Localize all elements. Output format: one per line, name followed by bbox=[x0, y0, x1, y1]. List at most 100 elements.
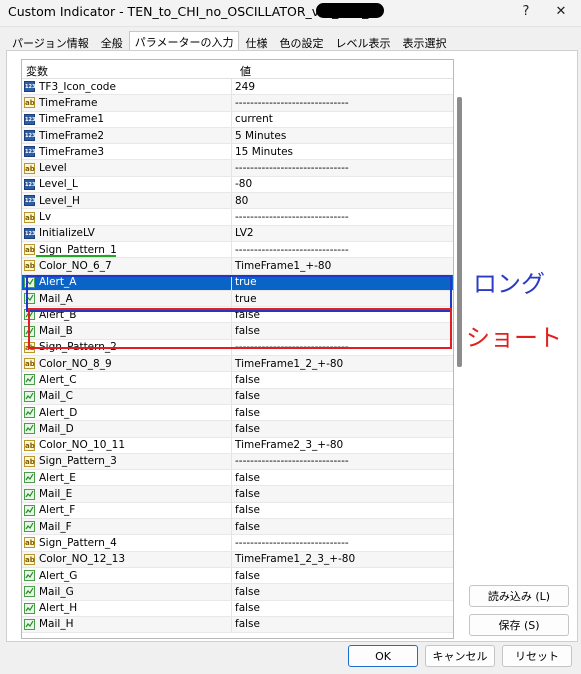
table-row[interactable]: Alert_D false bbox=[22, 404, 453, 422]
row-variable-cell: Mail_F bbox=[22, 519, 232, 535]
table-row[interactable]: ab Level ------------------------------ bbox=[22, 160, 453, 177]
row-value-cell[interactable]: LV2 bbox=[232, 227, 254, 239]
table-row[interactable]: 123 TimeFrame1 current bbox=[22, 111, 453, 128]
table-row[interactable]: 123 TimeFrame2 5 Minutes bbox=[22, 127, 453, 145]
row-value-cell[interactable]: false bbox=[232, 618, 260, 630]
row-value-cell[interactable]: false bbox=[232, 423, 260, 435]
table-row[interactable]: ab TimeFrame -----------------------------… bbox=[22, 95, 453, 112]
integer-type-icon: 123 bbox=[24, 227, 35, 239]
row-variable-cell: 123 TimeFrame2 bbox=[22, 127, 232, 144]
table-row[interactable]: Mail_D false bbox=[22, 421, 453, 438]
row-value-cell[interactable]: false bbox=[232, 521, 260, 533]
grid-header: 変数 値 bbox=[22, 60, 453, 79]
table-row[interactable]: 123 TimeFrame3 15 Minutes bbox=[22, 144, 453, 161]
table-row[interactable]: ab Lv ------------------------------ bbox=[22, 209, 453, 226]
row-variable-cell: Alert_H bbox=[22, 600, 232, 616]
tab-colors[interactable]: 色の設定 bbox=[273, 32, 329, 51]
table-row[interactable]: Mail_F false bbox=[22, 519, 453, 536]
row-value-cell[interactable]: false bbox=[232, 407, 260, 419]
row-value-cell[interactable]: false bbox=[232, 374, 260, 386]
tab-general[interactable]: 全般 bbox=[95, 32, 129, 51]
row-variable-cell: Mail_C bbox=[22, 388, 232, 404]
row-variable-cell: ab Sign_Pattern_3 bbox=[22, 453, 232, 470]
row-variable-cell: Alert_D bbox=[22, 404, 232, 421]
row-variable-name: Color_NO_6_7 bbox=[39, 259, 112, 272]
tab-levels[interactable]: レベル表示 bbox=[329, 32, 396, 51]
table-row[interactable]: ab Sign_Pattern_4 ------------------------… bbox=[22, 535, 453, 552]
row-variable-cell: Mail_G bbox=[22, 584, 232, 600]
row-variable-name: InitializeLV bbox=[39, 227, 95, 240]
row-variable-cell: ab Level bbox=[22, 160, 232, 176]
table-row[interactable]: ab Color_NO_8_9 TimeFrame1_2_+-80 bbox=[22, 356, 453, 373]
boolean-type-icon bbox=[24, 390, 35, 402]
header-variable: 変数 bbox=[26, 65, 48, 78]
row-value-cell[interactable]: ------------------------------ bbox=[232, 455, 349, 467]
table-row[interactable]: 123 TF3_Icon_code 249 bbox=[22, 79, 453, 96]
row-value-cell[interactable]: false bbox=[232, 472, 260, 484]
table-row[interactable]: 123 InitializeLV LV2 bbox=[22, 225, 453, 242]
row-value-cell[interactable]: false bbox=[232, 586, 260, 598]
string-type-icon: ab bbox=[24, 244, 35, 256]
row-value-cell[interactable]: 15 Minutes bbox=[232, 146, 293, 158]
string-type-icon: ab bbox=[24, 358, 35, 370]
row-variable-name: Sign_Pattern_3 bbox=[39, 455, 117, 468]
table-row[interactable]: Alert_F false bbox=[22, 502, 453, 520]
row-value-cell[interactable]: ------------------------------ bbox=[232, 211, 349, 223]
row-value-cell[interactable]: 249 bbox=[232, 81, 255, 93]
row-value-cell[interactable]: current bbox=[232, 113, 273, 125]
tab-display[interactable]: 表示選択 bbox=[396, 32, 452, 51]
table-row[interactable]: Alert_E false bbox=[22, 470, 453, 487]
table-row[interactable]: Mail_E false bbox=[22, 486, 453, 503]
row-variable-cell: 123 TF3_Icon_code bbox=[22, 79, 232, 95]
row-value-cell[interactable]: false bbox=[232, 504, 260, 516]
row-value-cell[interactable]: false bbox=[232, 602, 260, 614]
short-highlight-box bbox=[28, 308, 452, 349]
save-button[interactable]: 保存 (S) bbox=[469, 614, 569, 636]
row-value-cell[interactable]: ------------------------------ bbox=[232, 537, 349, 549]
cancel-button[interactable]: キャンセル bbox=[425, 645, 495, 667]
row-variable-name: Alert_H bbox=[39, 602, 78, 615]
header-value: 値 bbox=[240, 65, 251, 78]
table-row[interactable]: ab Sign_Pattern_3 ------------------------… bbox=[22, 453, 453, 471]
row-variable-name: Mail_G bbox=[39, 585, 74, 598]
row-value-cell[interactable]: 80 bbox=[232, 195, 248, 207]
table-row[interactable]: ab Color_NO_12_13 TimeFrame1_2_3_+-80 bbox=[22, 551, 453, 568]
row-value-cell[interactable]: 5 Minutes bbox=[232, 130, 286, 142]
tab-parameters[interactable]: パラメーターの入力 bbox=[128, 31, 240, 52]
table-row[interactable]: ab Color_NO_10_11 TimeFrame2_3_+-80 bbox=[22, 437, 453, 454]
row-value-cell[interactable]: TimeFrame1_2_+-80 bbox=[232, 358, 343, 370]
table-row[interactable]: 123 Level_L -80 bbox=[22, 176, 453, 194]
row-value-cell[interactable]: ------------------------------ bbox=[232, 244, 349, 256]
row-variable-name: TF3_Icon_code bbox=[39, 80, 116, 93]
table-row[interactable]: Mail_H false bbox=[22, 616, 453, 634]
grid-scrollbar[interactable] bbox=[457, 97, 462, 367]
row-variable-name: Mail_H bbox=[39, 618, 74, 631]
table-row[interactable]: ab Color_NO_6_7 TimeFrame1_+-80 bbox=[22, 258, 453, 275]
tab-version-info[interactable]: パージョン情報 bbox=[6, 32, 95, 51]
close-button[interactable]: ✕ bbox=[548, 2, 574, 22]
row-variable-cell: ab Sign_Pattern_4 bbox=[22, 535, 232, 551]
ok-button[interactable]: OK bbox=[348, 645, 418, 667]
row-value-cell[interactable]: TimeFrame2_3_+-80 bbox=[232, 439, 343, 451]
row-value-cell[interactable]: TimeFrame1_+-80 bbox=[232, 260, 331, 272]
row-value-cell[interactable]: false bbox=[232, 488, 260, 500]
row-variable-cell: ab Lv bbox=[22, 209, 232, 225]
table-row[interactable]: Mail_G false bbox=[22, 584, 453, 601]
load-button[interactable]: 読み込み (L) bbox=[469, 585, 569, 607]
tab-spec[interactable]: 仕様 bbox=[239, 32, 273, 51]
row-value-cell[interactable]: TimeFrame1_2_3_+-80 bbox=[232, 553, 355, 565]
row-variable-name: Mail_D bbox=[39, 422, 74, 435]
row-value-cell[interactable]: false bbox=[232, 390, 260, 402]
row-value-cell[interactable]: ------------------------------ bbox=[232, 162, 349, 174]
row-value-cell[interactable]: false bbox=[232, 570, 260, 582]
row-value-cell[interactable]: -80 bbox=[232, 178, 252, 190]
table-row[interactable]: Alert_H false bbox=[22, 600, 453, 617]
row-value-cell[interactable]: ------------------------------ bbox=[232, 97, 349, 109]
help-button[interactable]: ? bbox=[513, 2, 539, 22]
table-row[interactable]: Alert_C false bbox=[22, 372, 453, 389]
row-variable-name: Color_NO_8_9 bbox=[39, 357, 112, 370]
reset-button[interactable]: リセット bbox=[502, 645, 572, 667]
table-row[interactable]: Alert_G false bbox=[22, 567, 453, 585]
table-row[interactable]: Mail_C false bbox=[22, 388, 453, 405]
table-row[interactable]: 123 Level_H 80 bbox=[22, 193, 453, 210]
